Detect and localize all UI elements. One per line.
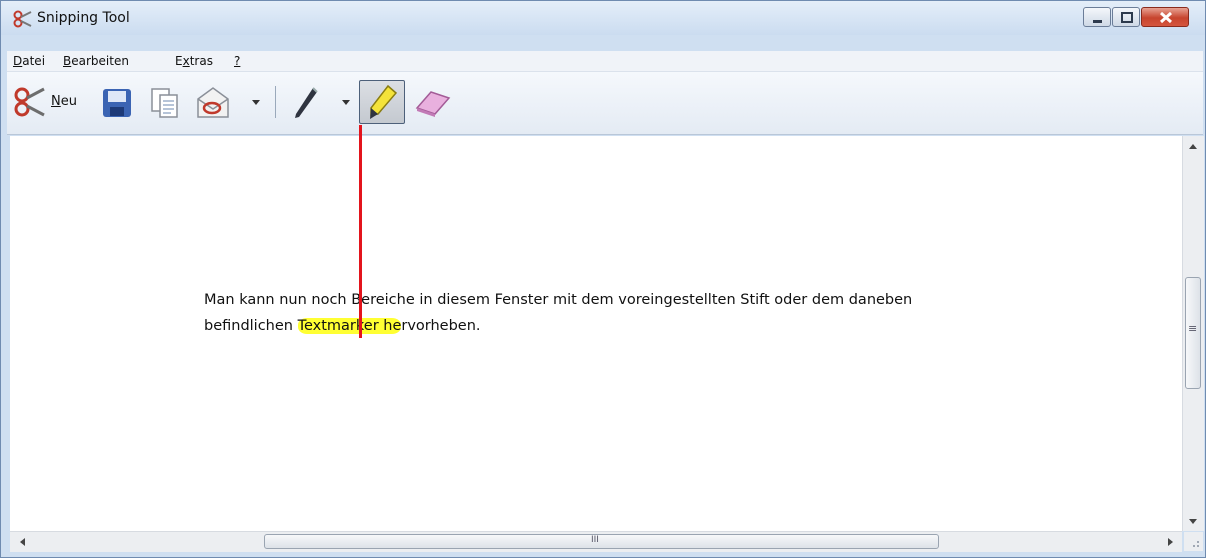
pen-icon[interactable] — [291, 85, 321, 121]
new-button-label: Neu — [51, 94, 77, 109]
scroll-down-arrow-icon[interactable] — [1189, 519, 1197, 524]
horizontal-scroll-thumb[interactable]: III — [264, 534, 939, 549]
scroll-right-arrow-icon[interactable] — [1168, 538, 1173, 546]
horizontal-scrollbar[interactable]: III — [10, 531, 1182, 552]
maximize-icon — [1121, 12, 1133, 23]
menu-file[interactable]: Datei — [13, 54, 45, 68]
menu-help[interactable]: ? — [234, 54, 240, 68]
resize-grip-dots — [1193, 541, 1199, 547]
copy-icon[interactable] — [149, 86, 181, 120]
scissors-icon — [13, 10, 32, 28]
send-snip-dropdown-icon[interactable] — [252, 100, 260, 105]
close-button[interactable] — [1141, 7, 1189, 27]
highlighter-button[interactable] — [359, 80, 405, 124]
resize-grip-icon[interactable] — [1184, 532, 1203, 551]
toolbar-separator — [275, 86, 276, 118]
text-line-2: befindlichen Textmarker hervorheben. — [204, 318, 481, 334]
window-title: Snipping Tool — [37, 10, 130, 26]
title-bar[interactable]: Snipping Tool — [1, 1, 1205, 35]
close-icon — [1159, 11, 1173, 24]
snipping-tool-window: Snipping Tool Datei Bearbeiten Extras ? … — [0, 0, 1206, 558]
new-snip-button[interactable]: Neu — [13, 84, 95, 120]
menu-bar: Datei Bearbeiten Extras ? — [7, 51, 1203, 72]
text-line-1: Man kann nun noch Bereiche in diesem Fen… — [204, 292, 913, 308]
vertical-scrollbar[interactable]: ≡ — [1182, 136, 1204, 531]
scroll-grip-icon: III — [591, 535, 599, 545]
snip-text: Man kann nun noch Bereiche in diesem Fen… — [204, 287, 912, 339]
menu-extras[interactable]: Extras — [175, 54, 213, 68]
highlighter-icon — [370, 84, 398, 119]
save-icon[interactable] — [101, 87, 133, 119]
toolbar: Neu — [7, 72, 1203, 135]
minimize-button[interactable] — [1083, 7, 1111, 27]
pen-dropdown-icon[interactable] — [342, 100, 350, 105]
vertical-scroll-thumb[interactable]: ≡ — [1185, 277, 1201, 389]
minimize-icon — [1093, 20, 1102, 23]
scissors-icon — [14, 87, 45, 117]
maximize-button[interactable] — [1112, 7, 1140, 27]
eraser-icon[interactable] — [413, 86, 453, 118]
scroll-up-arrow-icon[interactable] — [1189, 144, 1197, 149]
annotation-line — [359, 125, 362, 338]
highlighted-text: Textmarker he — [297, 318, 402, 334]
send-snip-icon[interactable] — [195, 85, 231, 121]
scroll-grip-icon: ≡ — [1188, 322, 1198, 335]
scroll-left-arrow-icon[interactable] — [20, 538, 25, 546]
menu-edit[interactable]: Bearbeiten — [63, 54, 129, 68]
